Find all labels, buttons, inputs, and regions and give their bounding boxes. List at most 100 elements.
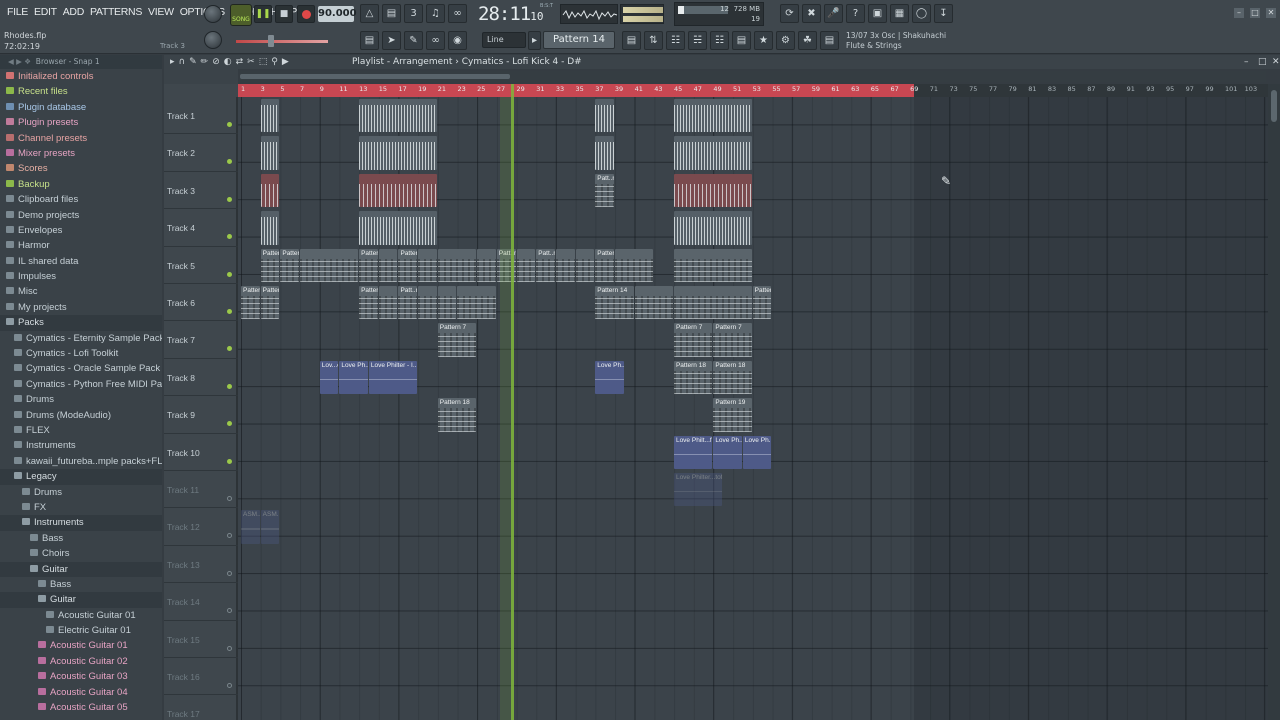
countdown-icon[interactable]: 3 xyxy=(404,4,423,23)
audio-clip[interactable] xyxy=(595,99,614,133)
browser-item[interactable]: Electric Guitar 01 xyxy=(0,623,162,638)
midi-icon[interactable]: ▦ xyxy=(890,4,909,23)
playhead[interactable] xyxy=(511,84,514,720)
browser-item[interactable]: IL shared data xyxy=(0,254,162,269)
browser-item[interactable]: FLEX xyxy=(0,423,162,438)
pattern-clip[interactable]: Pattern 1 xyxy=(280,248,300,282)
pattern-clip[interactable] xyxy=(378,248,398,282)
master-volume-knob[interactable] xyxy=(204,5,222,23)
pattern-clip[interactable]: Pattern 7 xyxy=(437,323,477,357)
pattern-clip[interactable]: Pattern 18 xyxy=(713,360,752,395)
browser-item[interactable]: Instruments xyxy=(0,438,162,453)
audio-clip[interactable] xyxy=(673,99,752,133)
browser-item[interactable]: Instruments xyxy=(0,515,162,531)
automation-clip[interactable]: ASM...nds xyxy=(241,510,260,544)
pencil-icon[interactable]: ✎ xyxy=(404,31,423,50)
playlist-minimize-icon[interactable]: – xyxy=(1244,57,1249,67)
metronome-icon[interactable]: △ xyxy=(360,4,379,23)
magnet-icon[interactable]: ∩ xyxy=(179,57,186,67)
add-pattern-icon[interactable]: ▤ xyxy=(622,31,641,50)
menu-add[interactable]: ADD xyxy=(60,6,87,18)
track-mute-led[interactable] xyxy=(227,570,232,576)
menu-view[interactable]: VIEW xyxy=(145,6,177,18)
browser-item[interactable]: Scores xyxy=(0,161,162,176)
timeline-ruler[interactable]: 1 3 5 7 9 11 13 15 17 19 21 23 25 27 29 31 33 35 37 39 41 43 4… xyxy=(238,84,1268,97)
pattern-clip[interactable]: Pattern 7 xyxy=(673,323,713,357)
pattern-clip[interactable] xyxy=(673,248,752,282)
playback-tool-icon[interactable]: ▶ xyxy=(282,57,289,67)
track-header[interactable]: Track 11 xyxy=(164,471,238,509)
track-header[interactable]: Track 1 xyxy=(164,97,238,135)
track-header[interactable]: Track 10 xyxy=(164,433,238,471)
pattern-clip[interactable] xyxy=(516,248,536,282)
browser-item[interactable]: Acoustic Guitar 05 xyxy=(0,700,162,715)
track-mute-led[interactable] xyxy=(227,383,232,389)
step-edit-icon[interactable]: ♫ xyxy=(426,4,445,23)
minimize-icon[interactable]: – xyxy=(1234,8,1244,18)
pattern-clip[interactable]: Pattern 9 xyxy=(359,286,378,320)
track-header[interactable]: Track 5 xyxy=(164,246,238,284)
close-icon[interactable]: ✕ xyxy=(1266,8,1276,18)
pattern-clip[interactable]: Pattern 18 xyxy=(437,398,477,432)
pattern-clip[interactable] xyxy=(673,173,752,208)
arrow-right-icon[interactable]: ▸ xyxy=(170,57,175,67)
browser-item[interactable]: kawaii_futureba..mple packs+FLP xyxy=(0,454,162,469)
pattern-clip[interactable] xyxy=(260,173,280,208)
pattern-clip[interactable]: Patt..n 10 xyxy=(398,286,418,320)
audio-clip[interactable] xyxy=(673,136,752,170)
pattern-clip[interactable] xyxy=(418,286,437,320)
pattern-clip[interactable] xyxy=(477,248,496,282)
browser-item[interactable]: Envelopes xyxy=(0,223,162,238)
audio-clip[interactable] xyxy=(260,211,280,245)
browser-item[interactable]: Plugin presets xyxy=(0,115,162,130)
track-mute-led[interactable] xyxy=(227,159,232,165)
pattern-clip[interactable]: Pattern 5 xyxy=(241,286,260,320)
mute-tool-icon[interactable]: ◐ xyxy=(224,57,232,67)
menu-edit[interactable]: EDIT xyxy=(31,6,60,18)
pattern-clip[interactable] xyxy=(300,248,359,282)
browser-item[interactable]: Bass xyxy=(0,577,162,592)
browser-item[interactable]: My projects xyxy=(0,300,162,315)
browser-item[interactable]: Acoustic Guitar 03 xyxy=(0,669,162,684)
browser-item[interactable]: Harmor xyxy=(0,238,162,253)
audio-clip[interactable] xyxy=(595,136,614,170)
channel-rack-icon-2[interactable]: ☷ xyxy=(710,31,729,50)
browser-item[interactable]: Initialized controls xyxy=(0,69,162,84)
automation-clip[interactable]: Love Philter...toff frequency xyxy=(673,473,723,507)
automation-clip[interactable]: Love Ph...equency xyxy=(742,435,772,469)
track-mute-led[interactable] xyxy=(227,683,232,688)
track-header[interactable]: Track 9 xyxy=(164,396,238,434)
browser-item[interactable]: Drums xyxy=(0,485,162,500)
browser-item[interactable]: Choirs xyxy=(0,546,162,561)
browser-item[interactable]: FX xyxy=(0,500,162,515)
browser-item[interactable]: Cymatics - Lofi Toolkit xyxy=(0,346,162,361)
browser-item[interactable]: Plugin database xyxy=(0,100,162,115)
blend-notes-icon[interactable]: ∞ xyxy=(448,4,467,23)
browser-item[interactable]: Mixer presets xyxy=(0,146,162,161)
audio-clip[interactable] xyxy=(359,136,437,170)
pattern-clip[interactable]: Pattern 6 xyxy=(752,286,772,320)
help-icon[interactable]: ? xyxy=(846,4,865,23)
download-icon[interactable]: ↧ xyxy=(934,4,953,23)
pattern-clip[interactable]: Pattern 13 xyxy=(595,248,614,282)
pattern-clip[interactable] xyxy=(378,286,398,320)
track-mute-led[interactable] xyxy=(227,608,232,614)
automation-clip[interactable]: Love Ph...equency xyxy=(595,360,624,395)
pattern-clip[interactable]: Pattern 5 xyxy=(260,286,280,320)
track-mute-led[interactable] xyxy=(227,271,232,277)
pattern-song-toggle[interactable]: SONG xyxy=(230,4,252,26)
track-mute-led[interactable] xyxy=(227,122,232,127)
track-header[interactable]: Track 3 xyxy=(164,171,238,210)
automation-clip[interactable]: Love Philter - I...Cutoff frequency xyxy=(368,360,418,395)
browser-item[interactable]: Cymatics - Eternity Sample Pack xyxy=(0,331,162,346)
browser-item[interactable]: Cymatics - Oracle Sample Pack xyxy=(0,361,162,376)
browser-item[interactable]: Backup xyxy=(0,177,162,192)
pattern-clip[interactable] xyxy=(575,248,595,282)
audio-clip[interactable] xyxy=(260,99,280,133)
track-header[interactable]: Track 15 xyxy=(164,620,238,658)
track-mute-led[interactable] xyxy=(227,346,232,352)
pattern-clip[interactable]: Pattern 7 xyxy=(713,323,752,357)
browser-item[interactable]: Acoustic Guitar 01 xyxy=(0,608,162,623)
tool-icon[interactable]: ⚙ xyxy=(776,31,795,50)
prev-pattern-icon[interactable]: ▸ xyxy=(528,31,541,50)
